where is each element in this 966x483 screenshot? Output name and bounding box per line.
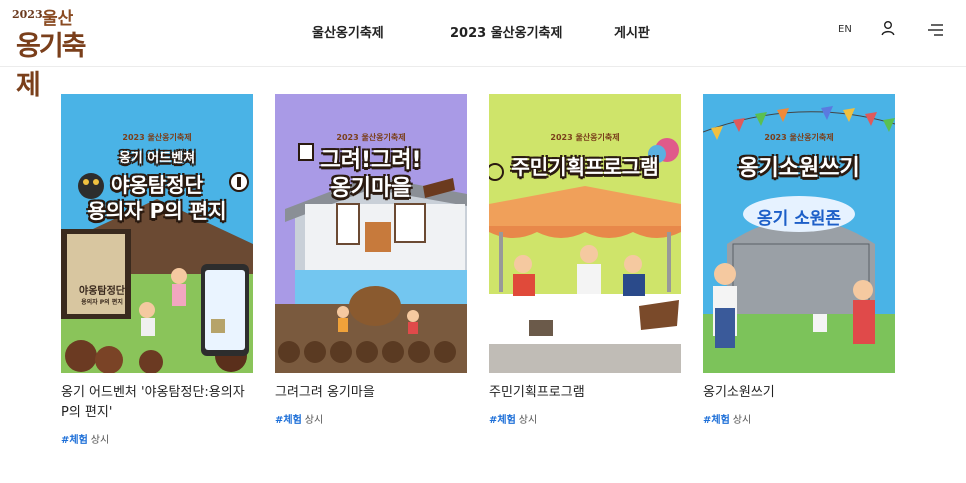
program-meta: #체험 상시 [703,411,895,426]
program-tag[interactable]: #체험 [489,415,516,426]
site-header: 2023 울산 옹기축제 울산옹기축제 2023 울산옹기축제 게시판 EN [0,0,966,101]
poster-small-logo: 2023 울산옹기축제 [764,133,834,142]
poster-line: 옹기 어드벤쳐 [118,151,196,166]
language-toggle[interactable]: EN [838,24,852,35]
program-status: 상시 [90,435,110,446]
poster-small-logo: 2023 울산옹기축제 [336,133,406,142]
poster-line: 옹기소원쓰기 [738,156,860,181]
user-icon[interactable] [880,20,896,40]
festival-logo[interactable]: 2023 울산 옹기축제 [12,6,94,101]
program-title[interactable]: 주민기획프로그램 [489,383,681,403]
program-poster[interactable]: 2023 울산옹기축제 그려!그려! 옹기마을 [275,94,467,373]
program-card[interactable]: 2023 울산옹기축제 옹기 어드벤쳐 야옹탐정단 용의자 P의 편지 야옹탐정… [61,94,253,446]
program-status: 상시 [732,415,752,426]
program-poster[interactable]: 2023 울산옹기축제 주민기획프로그램 [489,94,681,373]
program-meta: #체험 상시 [61,431,253,446]
poster-line: 그려!그려! [320,148,422,173]
program-card[interactable]: 2023 울산옹기축제 주민기획프로그램 주민기획프로그램 #체험 상시 [489,94,681,426]
program-card[interactable]: 2023 울산옹기축제 옹기소원쓰기 옹기 소원존 옹기소원쓰기 #체험 상시 [703,94,895,426]
poster-line: 용의자 P의 편지 [87,199,227,223]
hamburger-menu-icon[interactable] [928,22,944,41]
program-title[interactable]: 옹기소원쓰기 [703,383,895,403]
poster-sign: 야옹탐정단 용의자 P의 편지 [71,282,133,306]
program-status: 상시 [304,415,324,426]
program-tag[interactable]: #체험 [703,415,730,426]
logo-line-2: 옹기축제 [16,31,87,101]
poster-sign-line: 야옹탐정단 [79,286,125,297]
poster-sign-line: 용의자 P의 편지 [81,299,123,306]
logo-year: 2023 [12,8,43,21]
nav-item-festival[interactable]: 울산옹기축제 [312,22,384,41]
program-meta: #체험 상시 [275,411,467,426]
nav-item-board[interactable]: 게시판 [614,22,650,41]
poster-line: 주민기획프로그램 [511,155,659,179]
program-title[interactable]: 옹기 어드벤처 '야옹탐정단:용의자 P의 편지' [61,383,253,423]
poster-small-logo: 2023 울산옹기축제 [550,133,620,142]
poster-line: 옹기마을 [330,176,412,201]
program-poster[interactable]: 2023 울산옹기축제 옹기 어드벤쳐 야옹탐정단 용의자 P의 편지 야옹탐정… [61,94,253,373]
nav-item-2023-festival[interactable]: 2023 울산옹기축제 [450,22,562,41]
program-tag[interactable]: #체험 [275,415,302,426]
poster-sub: 옹기 소원존 [756,209,842,229]
program-tag[interactable]: #체험 [61,435,88,446]
program-meta: #체험 상시 [489,411,681,426]
program-poster[interactable]: 2023 울산옹기축제 옹기소원쓰기 옹기 소원존 [703,94,895,373]
program-card[interactable]: 2023 울산옹기축제 그려!그려! 옹기마을 그려그려 옹기마을 #체험 상시 [275,94,467,426]
program-status: 상시 [518,415,538,426]
poster-small-logo: 2023 울산옹기축제 [122,133,192,142]
program-title[interactable]: 그려그려 옹기마을 [275,383,467,403]
poster-line: 야옹탐정단 [111,173,203,197]
